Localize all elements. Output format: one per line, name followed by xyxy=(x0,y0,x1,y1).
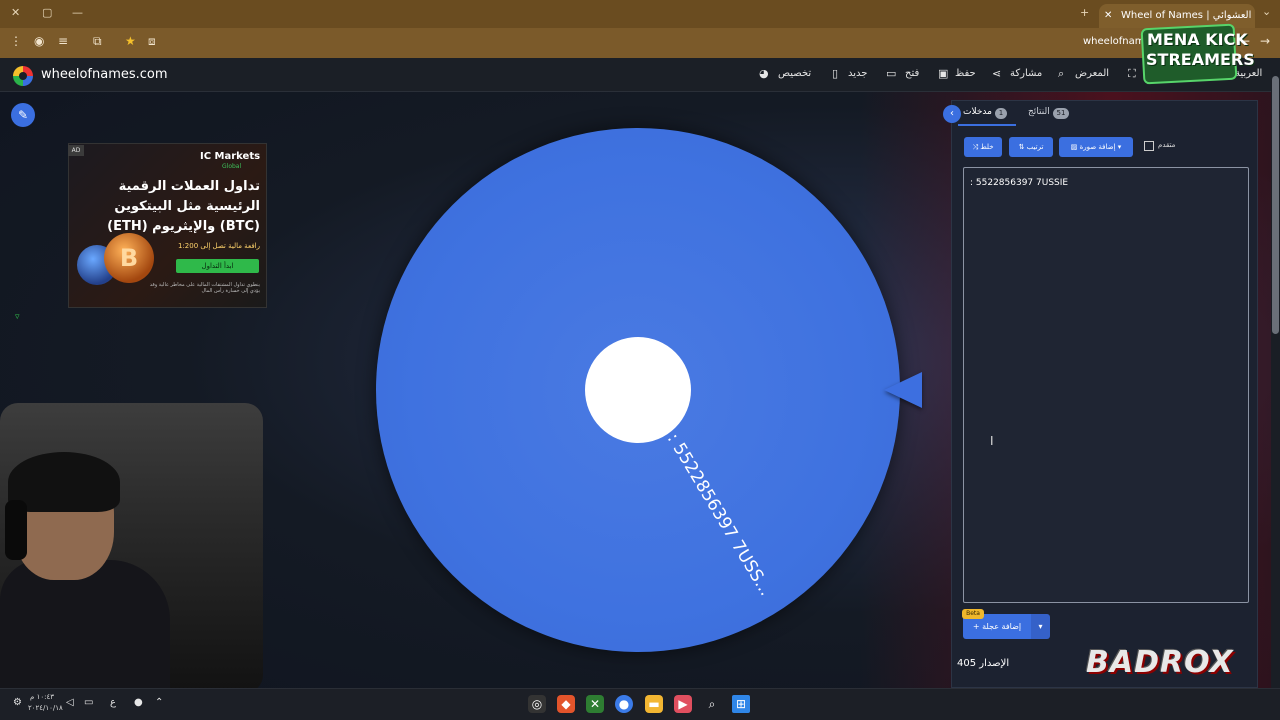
menu-language[interactable]: العربية xyxy=(1235,68,1262,79)
new-file-icon[interactable]: ▯ xyxy=(832,67,838,80)
menu-save[interactable]: حفظ xyxy=(955,68,976,79)
obs-app-icon[interactable]: ◎ xyxy=(528,695,546,713)
results-count-badge: 51 xyxy=(1053,108,1069,119)
wheel-pointer-icon xyxy=(884,372,922,408)
window-maximize-control[interactable]: ▢ xyxy=(42,6,52,19)
brave-app-icon[interactable]: ◆ xyxy=(557,695,575,713)
save-icon[interactable]: ▣ xyxy=(938,67,948,80)
media-icon[interactable]: ≡ xyxy=(58,34,68,48)
menu-open[interactable]: فتح xyxy=(905,68,919,79)
wheel-logo-icon[interactable] xyxy=(13,66,33,86)
menu-customize[interactable]: تخصيص xyxy=(778,68,811,79)
tab-close-icon[interactable]: ✕ xyxy=(1104,4,1112,28)
beta-badge: Beta xyxy=(962,609,984,619)
windows-start-icon[interactable]: ⊞ xyxy=(732,695,750,713)
add-wheel-label: إضافة عجلة xyxy=(982,622,1022,631)
fullscreen-icon[interactable]: ⛶ xyxy=(1128,67,1136,81)
version-label: الإصدار 405 xyxy=(957,658,1010,669)
entries-textarea[interactable]: : 5522856397 7USSIE xyxy=(963,167,1249,603)
palette-icon[interactable]: ◕ xyxy=(759,67,769,80)
image-icon: ▨ xyxy=(1070,143,1080,151)
ad-cta-button[interactable]: ابدأ التداول xyxy=(176,259,259,273)
ad-brand: IC Markets xyxy=(200,151,261,162)
taskbar-search-icon[interactable]: ⌕ xyxy=(703,695,721,713)
settings-icon[interactable]: ⚙ xyxy=(13,697,22,708)
advanced-checkbox[interactable] xyxy=(1144,141,1154,151)
windows-taskbar xyxy=(0,688,1280,720)
headset xyxy=(5,500,27,560)
edit-pencil-icon[interactable]: ✎ xyxy=(11,103,35,127)
add-image-label: إضافة صورة xyxy=(1079,143,1116,151)
sort-icon: ⇅ xyxy=(1018,143,1027,151)
tab-title: Wheel of Names | سم العشوائي xyxy=(1121,10,1255,21)
coin-letter: B xyxy=(119,244,139,272)
add-wheel-dropdown[interactable]: ▾ xyxy=(1031,614,1050,639)
adchoices-icon[interactable]: ▿ xyxy=(15,312,20,322)
advanced-label: متقدم xyxy=(1158,141,1176,149)
new-tab-icon[interactable]: + xyxy=(1080,6,1089,19)
badrox-logo: BADROX xyxy=(1086,645,1234,680)
shuffle-label: خلط xyxy=(980,143,994,151)
menu-dots-icon[interactable]: ⋮ xyxy=(10,34,22,48)
window-close-control[interactable]: ✕ xyxy=(11,6,20,19)
bitcoin-coin-icon: B xyxy=(104,233,154,283)
menu-share[interactable]: مشاركة xyxy=(1010,68,1042,79)
active-tab-indicator xyxy=(958,124,1016,126)
screenshot-icon[interactable]: ⧉ xyxy=(93,34,102,49)
xbox-app-icon[interactable]: ✕ xyxy=(586,695,604,713)
media-app-icon[interactable]: ▶ xyxy=(674,695,692,713)
text-cursor-icon: I xyxy=(990,434,994,448)
sort-label: ترتيب xyxy=(1026,143,1044,151)
plus-icon: + xyxy=(972,622,983,631)
tab-results[interactable]: النتائج xyxy=(1028,107,1050,117)
microphone-icon[interactable]: ● xyxy=(134,697,143,708)
collapse-panel-icon[interactable]: ‹ xyxy=(943,105,961,123)
star-icon[interactable]: ★ xyxy=(125,34,136,48)
input-language[interactable]: ع xyxy=(110,697,116,708)
tab-search-icon[interactable]: ⌄ xyxy=(1262,5,1271,18)
ad-subtext: رافعة مالية تصل إلى 1:200 xyxy=(177,242,260,250)
menu-gallery[interactable]: المعرض xyxy=(1075,68,1109,79)
clock-date[interactable]: ٢٠٢٤/١٠/١٨ xyxy=(28,704,63,712)
add-image-button[interactable]: ▨ إضافة صورة ▾ xyxy=(1059,137,1133,157)
ad-tag: AD xyxy=(68,145,84,156)
scrollbar-thumb[interactable] xyxy=(1272,76,1279,334)
wheel-center[interactable] xyxy=(585,337,691,443)
site-name[interactable]: wheelofnames.com xyxy=(41,67,168,82)
ad-brand-sub: Global xyxy=(222,163,242,170)
ad-disclaimer: ينطوي تداول المشتقات المالية على مخاطر ع… xyxy=(149,282,260,294)
chevron-up-icon[interactable]: ⌃ xyxy=(155,697,163,708)
chrome-app-icon[interactable]: ● xyxy=(615,695,633,713)
search-icon[interactable]: ⌕ xyxy=(1058,67,1064,81)
forward-icon[interactable]: → xyxy=(1260,34,1270,48)
entries-count-badge: 1 xyxy=(995,108,1007,119)
network-icon[interactable]: ▭ xyxy=(84,697,93,708)
mena-logo-line2: STREAMERS xyxy=(1146,50,1255,69)
sort-button[interactable]: ⇅ ترتيب xyxy=(1009,137,1053,157)
menu-new[interactable]: جديد xyxy=(848,68,867,79)
chevron-down-icon: ▾ xyxy=(1115,143,1122,151)
share-icon[interactable]: ⋖ xyxy=(992,67,1001,80)
clock-time[interactable]: ١٠:٤٣ م xyxy=(30,693,54,701)
window-minimize-control[interactable]: — xyxy=(72,6,83,19)
chevron-down-icon: ▾ xyxy=(1038,622,1043,631)
file-explorer-icon[interactable]: ▬ xyxy=(645,695,663,713)
extension-icon[interactable]: ◉ xyxy=(34,34,44,48)
volume-icon[interactable]: ◁ xyxy=(66,697,74,708)
tab-entries[interactable]: مدخلات xyxy=(963,107,992,117)
ad-headline: تداول العملات الرقمية الرئيسية مثل البيت… xyxy=(107,179,260,234)
mena-logo-line1: MENA KICK xyxy=(1147,30,1248,49)
streamer-body xyxy=(0,560,170,693)
share-page-icon[interactable]: ⧈ xyxy=(148,34,156,49)
shuffle-button[interactable]: ⤨ خلط xyxy=(964,137,1002,157)
folder-open-icon[interactable]: ▭ xyxy=(886,67,896,80)
